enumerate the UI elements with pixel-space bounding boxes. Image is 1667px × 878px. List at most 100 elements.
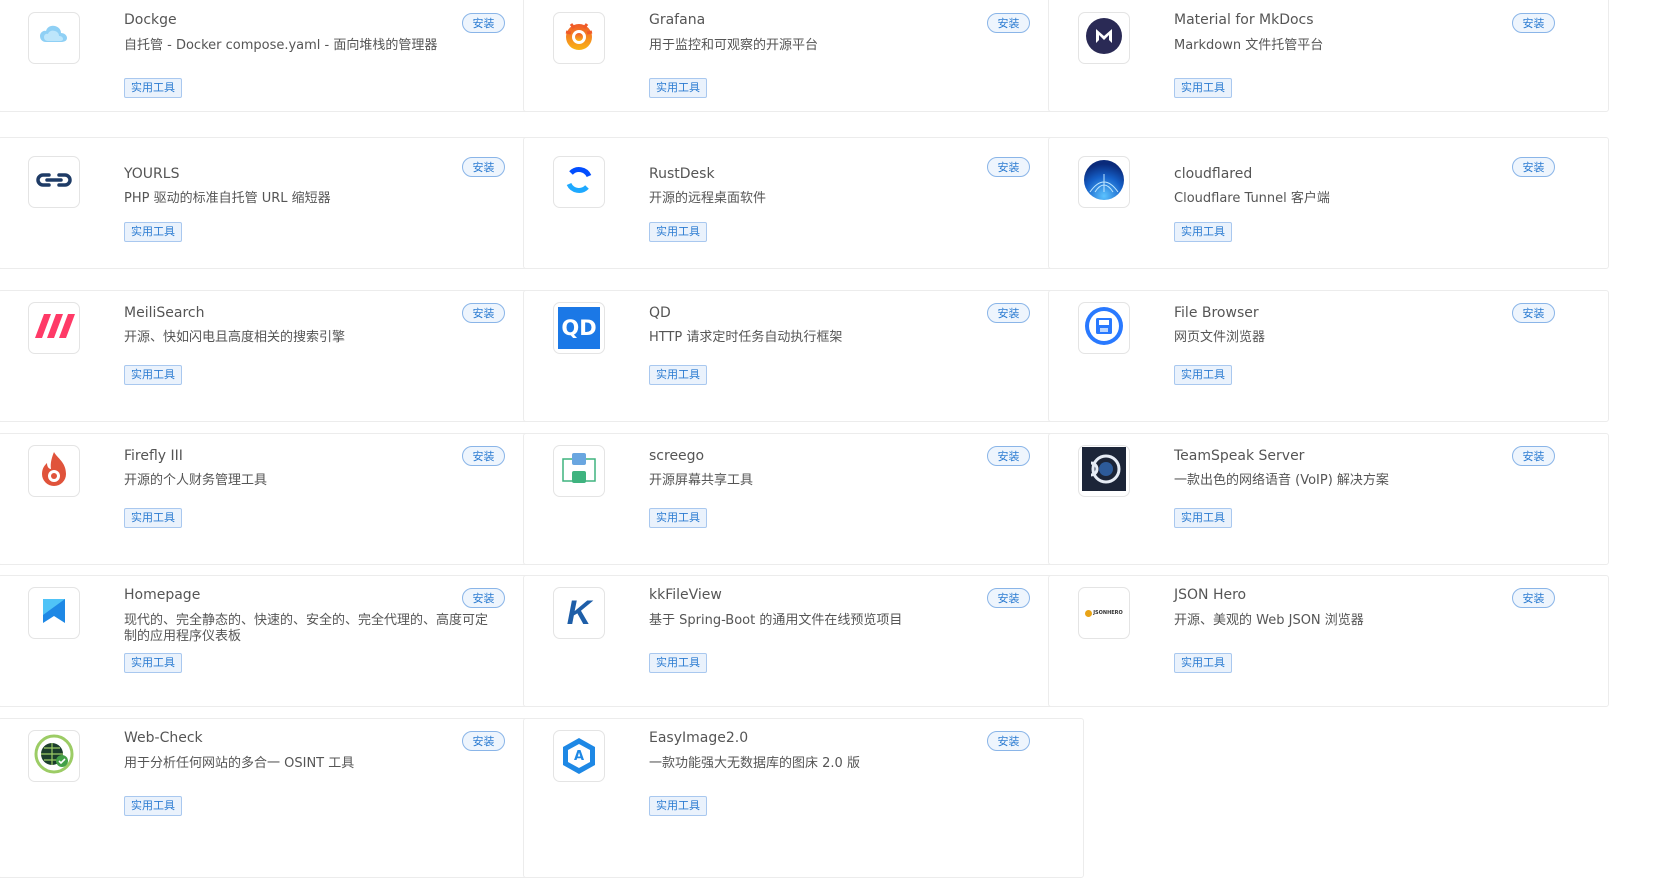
app-card-filebrowser[interactable]: File Browser 网页文件浏览器 安装 实用工具 xyxy=(1048,290,1609,422)
homepage-icon xyxy=(41,597,67,629)
app-icon-box xyxy=(1078,156,1130,208)
install-button[interactable]: 安装 xyxy=(987,446,1030,466)
install-button[interactable]: 安装 xyxy=(462,157,505,177)
install-button[interactable]: 安装 xyxy=(987,303,1030,323)
app-card-mkdocs[interactable]: Material for MkDocs Markdown 文件托管平台 安装 实… xyxy=(1048,0,1609,112)
app-icon-box xyxy=(28,587,80,639)
app-name: EasyImage2.0 xyxy=(649,730,749,746)
app-icon-box xyxy=(553,12,605,64)
install-button[interactable]: 安装 xyxy=(1512,446,1555,466)
easyimage-icon: A xyxy=(559,736,599,776)
app-name: Material for MkDocs xyxy=(1174,12,1314,28)
jsonhero-icon: JSONHERO xyxy=(1085,609,1123,617)
app-card-webcheck[interactable]: Web-Check 用于分析任何网站的多合一 OSINT 工具 安装 实用工具 xyxy=(0,718,559,878)
app-card-dockge[interactable]: Dockge 自托管 - Docker compose.yaml - 面向堆栈的… xyxy=(0,0,559,112)
teamspeak-icon xyxy=(1082,447,1126,495)
link-icon xyxy=(35,170,73,194)
firefly-icon xyxy=(37,450,71,492)
cloudflared-icon xyxy=(1084,160,1124,204)
category-tag: 实用工具 xyxy=(649,653,707,673)
app-description: PHP 驱动的标准自托管 URL 缩短器 xyxy=(124,191,331,206)
app-description: 开源的个人财务管理工具 xyxy=(124,473,268,488)
install-button[interactable]: 安装 xyxy=(987,157,1030,177)
dockge-icon xyxy=(36,18,72,58)
category-tag: 实用工具 xyxy=(649,508,707,528)
install-button[interactable]: 安装 xyxy=(987,13,1030,33)
kkfileview-icon: K xyxy=(566,593,592,632)
install-button[interactable]: 安装 xyxy=(1512,303,1555,323)
app-card-meilisearch[interactable]: MeiliSearch 开源、快如闪电且高度相关的搜索引擎 安装 实用工具 xyxy=(0,290,559,422)
meilisearch-icon xyxy=(33,314,75,342)
install-button[interactable]: 安装 xyxy=(987,731,1030,751)
app-card-rustdesk[interactable]: RustDesk 开源的远程桌面软件 安装 实用工具 xyxy=(523,137,1084,269)
app-description: 一款功能强大无数据库的图床 2.0 版 xyxy=(649,756,860,771)
app-name: QD xyxy=(649,305,671,321)
install-button[interactable]: 安装 xyxy=(987,588,1030,608)
category-tag: 实用工具 xyxy=(1174,365,1232,385)
category-tag: 实用工具 xyxy=(649,222,707,242)
category-tag: 实用工具 xyxy=(649,78,707,98)
category-tag: 实用工具 xyxy=(124,78,182,98)
app-description: 开源屏幕共享工具 xyxy=(649,473,754,488)
app-name: YOURLS xyxy=(124,166,180,182)
app-icon-box: K xyxy=(553,587,605,639)
app-description: Cloudflare Tunnel 客户端 xyxy=(1174,191,1330,206)
app-card-jsonhero[interactable]: JSONHERO JSON Hero 开源、美观的 Web JSON 浏览器 安… xyxy=(1048,575,1609,707)
app-card-homepage[interactable]: Homepage 现代的、完全静态的、快速的、安全的、完全代理的、高度可定制的应… xyxy=(0,575,559,707)
app-description: 一款出色的网络语音 (VoIP) 解决方案 xyxy=(1174,473,1389,488)
app-icon-box: QD xyxy=(553,302,605,354)
app-name: screego xyxy=(649,448,705,464)
app-name: File Browser xyxy=(1174,305,1259,321)
app-name: Firefly III xyxy=(124,448,183,464)
app-card-cloudflared[interactable]: cloudflared Cloudflare Tunnel 客户端 安装 实用工… xyxy=(1048,137,1609,269)
install-button[interactable]: 安装 xyxy=(462,446,505,466)
app-card-grafana[interactable]: Grafana 用于监控和可观察的开源平台 安装 实用工具 xyxy=(523,0,1084,112)
category-tag: 实用工具 xyxy=(124,508,182,528)
app-description: 开源、快如闪电且高度相关的搜索引擎 xyxy=(124,330,346,345)
category-tag: 实用工具 xyxy=(1174,653,1232,673)
easyimage-letter: A xyxy=(573,748,585,764)
install-button[interactable]: 安装 xyxy=(1512,157,1555,177)
app-icon-box xyxy=(28,12,80,64)
app-card-firefly[interactable]: Firefly III 开源的个人财务管理工具 安装 实用工具 xyxy=(0,433,559,565)
app-name: MeiliSearch xyxy=(124,305,205,321)
category-tag: 实用工具 xyxy=(649,796,707,816)
app-card-screego[interactable]: screego 开源屏幕共享工具 安装 实用工具 xyxy=(523,433,1084,565)
app-description: 基于 Spring-Boot 的通用文件在线预览项目 xyxy=(649,613,903,628)
app-name: Homepage xyxy=(124,587,201,603)
app-card-easyimage[interactable]: A EasyImage2.0 一款功能强大无数据库的图床 2.0 版 安装 实用… xyxy=(523,718,1084,878)
install-button[interactable]: 安装 xyxy=(1512,588,1555,608)
jsonhero-dot xyxy=(1085,609,1093,617)
install-button[interactable]: 安装 xyxy=(1512,13,1555,33)
app-card-teamspeak[interactable]: TeamSpeak Server 一款出色的网络语音 (VoIP) 解决方案 安… xyxy=(1048,433,1609,565)
app-description: 现代的、完全静态的、快速的、安全的、完全代理的、高度可定制的应用程序仪表板 xyxy=(124,613,489,644)
app-card-kkfileview[interactable]: K kkFileView 基于 Spring-Boot 的通用文件在线预览项目 … xyxy=(523,575,1084,707)
grafana-icon xyxy=(561,18,597,58)
app-icon-box: A xyxy=(553,730,605,782)
category-tag: 实用工具 xyxy=(1174,508,1232,528)
jsonhero-logo-text: JSONHERO xyxy=(1093,610,1123,616)
app-description: 网页文件浏览器 xyxy=(1174,330,1266,345)
category-tag: 实用工具 xyxy=(124,222,182,242)
install-button[interactable]: 安装 xyxy=(462,303,505,323)
app-icon-box xyxy=(553,445,605,497)
category-tag: 实用工具 xyxy=(124,365,182,385)
app-description: 自托管 - Docker compose.yaml - 面向堆栈的管理器 xyxy=(124,38,438,53)
app-name: JSON Hero xyxy=(1174,587,1247,603)
install-button[interactable]: 安装 xyxy=(462,731,505,751)
app-name: RustDesk xyxy=(649,166,715,182)
app-name: TeamSpeak Server xyxy=(1174,448,1305,464)
app-icon-box: JSONHERO xyxy=(1078,587,1130,639)
screego-icon xyxy=(561,451,597,491)
qd-icon: QD xyxy=(558,307,600,349)
app-name: kkFileView xyxy=(649,587,722,603)
filebrowser-icon xyxy=(1084,306,1124,350)
install-button[interactable]: 安装 xyxy=(462,588,505,608)
app-name: Web-Check xyxy=(124,730,203,746)
app-description: 用于监控和可观察的开源平台 xyxy=(649,38,819,53)
app-icon-box xyxy=(28,302,80,354)
app-description: 开源的远程桌面软件 xyxy=(649,191,767,206)
install-button[interactable]: 安装 xyxy=(462,13,505,33)
app-card-qd[interactable]: QD QD HTTP 请求定时任务自动执行框架 安装 实用工具 xyxy=(523,290,1084,422)
app-card-yourls[interactable]: YOURLS PHP 驱动的标准自托管 URL 缩短器 安装 实用工具 xyxy=(0,137,559,269)
